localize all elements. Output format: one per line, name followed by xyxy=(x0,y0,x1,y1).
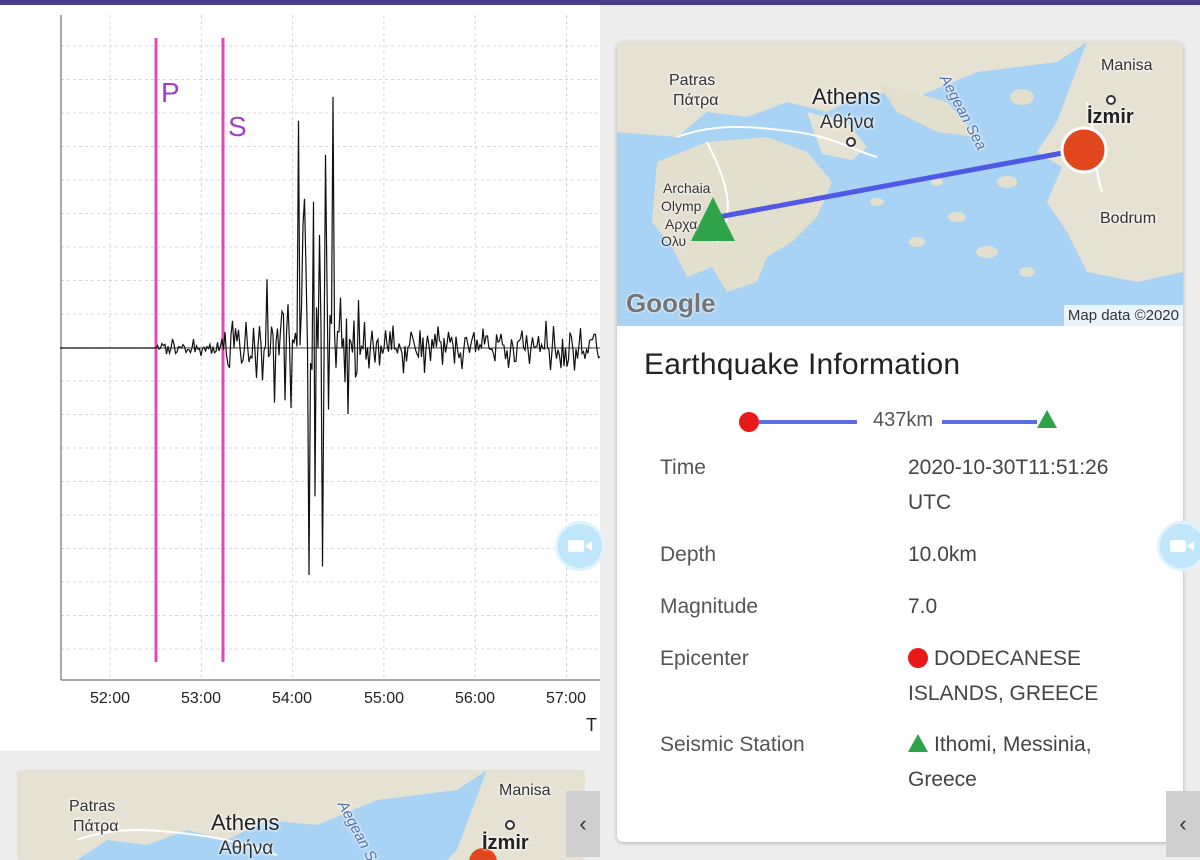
mini-map-label-manisa: Manisa xyxy=(499,782,551,799)
distance-value: 437km xyxy=(872,409,934,431)
p-phase-label: P xyxy=(161,77,180,108)
info-value: Ithomi, Messinia, Greece xyxy=(908,727,1148,797)
info-value: 10.0km xyxy=(908,543,977,566)
video-camera-button[interactable] xyxy=(1157,521,1200,571)
station-triangle-icon xyxy=(908,734,928,752)
seismogram-plot xyxy=(60,15,600,681)
map-label-archaia: Archaia xyxy=(663,180,711,196)
info-value: 2020-10-30T11:51:26 UTC xyxy=(908,456,1109,514)
x-tick-label: 54:00 xyxy=(271,690,313,707)
map-label-archaia: Αρχα xyxy=(665,216,698,232)
map-view[interactable]: Patras Πάτρα Athens Αθήνα Manisa İzmir B… xyxy=(617,42,1183,326)
map-label-archaia: Olymp xyxy=(661,198,702,214)
info-key: Depth xyxy=(660,543,717,566)
mini-map-label-izmir: İzmir xyxy=(482,832,529,854)
scroll-left-button[interactable]: ‹ xyxy=(1166,791,1200,857)
s-phase-label: S xyxy=(228,111,247,142)
station-triangle-icon xyxy=(1037,410,1057,428)
mini-map-label-patras: Patras xyxy=(69,798,116,815)
mini-map-label-athens-gr: Αθήνα xyxy=(219,838,274,859)
video-camera-icon xyxy=(568,540,592,552)
mini-map-view[interactable]: Patras Πάτρα Athens Αθήνα Manisa İzmir A… xyxy=(17,770,585,860)
info-value: DODECANESE ISLANDS, GREECE xyxy=(908,641,1148,711)
info-key: Epicenter xyxy=(660,647,749,670)
distance-indicator: 437km xyxy=(739,406,1061,436)
earthquake-info-card: Patras Πάτρα Athens Αθήνα Manisa İzmir B… xyxy=(617,42,1183,842)
map-label-athens-gr: Αθήνα xyxy=(820,112,875,133)
chevron-left-icon: ‹ xyxy=(1179,811,1187,836)
axis-title-cut: T xyxy=(586,715,597,735)
x-tick-label: 56:00 xyxy=(454,690,496,707)
info-value: 7.0 xyxy=(908,595,938,618)
epicenter-dot-icon xyxy=(908,648,928,668)
distance-line-left xyxy=(759,420,857,424)
map-label-bodrum: Bodrum xyxy=(1100,210,1157,227)
epicenter-dot-icon xyxy=(739,412,759,432)
video-camera-icon xyxy=(1170,540,1194,552)
scroll-left-button[interactable]: ‹ xyxy=(566,791,600,857)
epicenter-text: DODECANESE ISLANDS, GREECE xyxy=(908,647,1099,705)
map-label-patras: Patras xyxy=(669,72,716,89)
station-text: Ithomi, Messinia, Greece xyxy=(908,733,1092,791)
mini-map-label-patras-gr: Πάτρα xyxy=(73,818,119,835)
card-title: Earthquake Information xyxy=(644,348,961,381)
map-label-archaia: Ολυ xyxy=(661,233,687,249)
map-attribution[interactable]: Map data ©2020 xyxy=(1063,305,1183,326)
info-key: Seismic Station xyxy=(660,733,805,756)
google-logo: Google xyxy=(626,288,716,318)
info-key: Magnitude xyxy=(660,595,759,618)
seismic-trace xyxy=(60,96,600,576)
mini-map-label-athens: Athens xyxy=(211,810,280,835)
video-camera-button[interactable] xyxy=(555,521,605,571)
seismogram-panel: P S 52:00 53:00 54:00 55:00 56:00 57:00 … xyxy=(0,5,600,751)
x-tick-label: 52:00 xyxy=(89,690,131,707)
map-label-manisa: Manisa xyxy=(1101,57,1153,74)
map-label-patras-gr: Πάτρα xyxy=(673,92,719,109)
x-tick-label: 55:00 xyxy=(363,690,405,707)
map-label-izmir: İzmir xyxy=(1087,106,1134,128)
info-key: Time xyxy=(660,456,706,479)
epicenter-marker[interactable] xyxy=(1060,126,1108,174)
x-tick-label: 53:00 xyxy=(180,690,222,707)
chevron-left-icon: ‹ xyxy=(579,811,587,836)
x-tick-label: 57:00 xyxy=(545,690,587,707)
map-label-athens: Athens xyxy=(812,84,881,109)
distance-line-right xyxy=(942,420,1037,424)
